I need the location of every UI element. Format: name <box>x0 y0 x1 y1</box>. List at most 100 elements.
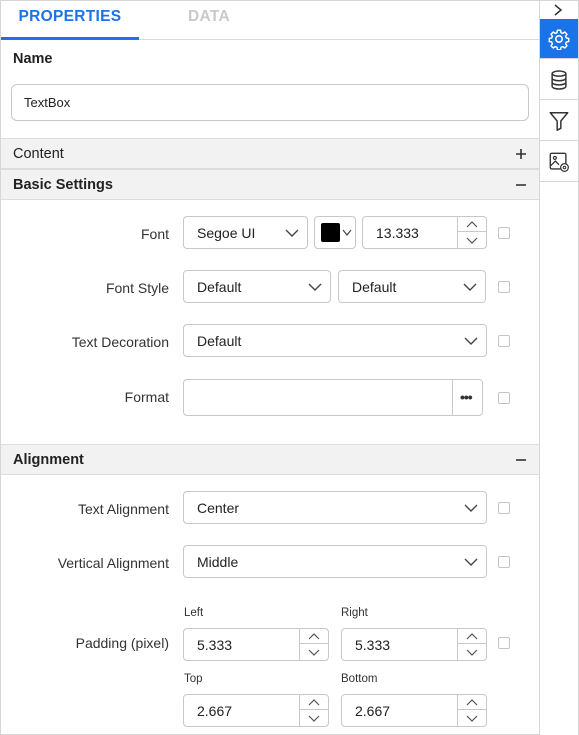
text-decoration-value: Default <box>197 333 242 349</box>
increment-button[interactable] <box>458 695 486 710</box>
decrement-button[interactable] <box>458 232 486 247</box>
chevron-down-icon <box>466 715 478 722</box>
padding-left-value: 5.333 <box>197 637 233 653</box>
chevron-up-icon <box>308 633 320 640</box>
padding-left-spinner <box>299 629 328 660</box>
chevron-down-icon <box>466 649 478 656</box>
font-weight-value: Default <box>352 279 397 295</box>
decrement-button[interactable] <box>458 710 486 725</box>
padding-bottom-stepper[interactable]: 2.667 <box>341 694 487 727</box>
format-label: Format <box>124 389 169 405</box>
padding-label: Padding (pixel) <box>75 635 169 651</box>
gear-icon <box>548 29 570 50</box>
text-alignment-checkbox[interactable] <box>498 502 510 514</box>
expand-plus-icon[interactable] <box>513 140 529 168</box>
text-decoration-label: Text Decoration <box>71 334 169 350</box>
padding-checkbox[interactable] <box>498 637 510 649</box>
text-decoration-dropdown[interactable]: Default <box>183 324 487 357</box>
chevron-down-icon <box>464 337 478 345</box>
font-color-picker[interactable] <box>314 216 356 249</box>
padding-right-stepper[interactable]: 5.333 <box>341 628 487 661</box>
padding-right-label: Right <box>341 607 368 619</box>
properties-panel-button[interactable] <box>540 19 578 59</box>
font-weight-dropdown[interactable]: Default <box>338 270 486 303</box>
font-checkbox[interactable] <box>498 227 510 239</box>
section-alignment-header[interactable]: Alignment <box>1 444 539 475</box>
side-toolbar <box>540 0 579 735</box>
font-family-dropdown[interactable]: Segoe UI <box>183 216 308 249</box>
chevron-down-icon <box>466 237 478 244</box>
font-size-spinner <box>457 217 486 248</box>
section-basic-settings-title: Basic Settings <box>13 177 113 193</box>
increment-button[interactable] <box>300 629 328 644</box>
font-size-value: 13.333 <box>376 225 419 241</box>
data-panel-button[interactable] <box>540 60 578 100</box>
section-content-header[interactable]: Content <box>1 138 539 169</box>
more-dots-icon: ••• <box>460 389 473 405</box>
font-style-checkbox[interactable] <box>498 281 510 293</box>
chevron-down-icon <box>342 229 352 236</box>
format-checkbox[interactable] <box>498 392 510 404</box>
vertical-alignment-value: Middle <box>197 554 239 570</box>
chevron-down-icon <box>308 649 320 656</box>
image-settings-panel-button[interactable] <box>540 142 578 182</box>
chevron-down-icon <box>308 283 322 291</box>
format-more-button[interactable]: ••• <box>452 379 483 416</box>
chevron-up-icon <box>466 633 478 640</box>
text-decoration-checkbox[interactable] <box>498 335 510 347</box>
name-label: Name <box>13 51 53 67</box>
font-label: Font <box>140 226 169 242</box>
format-input[interactable] <box>183 379 453 416</box>
chevron-down-icon <box>308 715 320 722</box>
chevron-right-icon <box>554 4 563 16</box>
properties-panel: PROPERTIES DATA Name Content Basic Setti… <box>0 0 540 735</box>
vertical-alignment-checkbox[interactable] <box>498 556 510 568</box>
font-family-value: Segoe UI <box>197 225 256 241</box>
padding-bottom-value: 2.667 <box>355 703 391 719</box>
padding-top-label: Top <box>184 673 203 685</box>
section-alignment-title: Alignment <box>13 452 84 468</box>
database-icon <box>551 70 567 90</box>
font-color-swatch <box>321 223 340 242</box>
text-alignment-dropdown[interactable]: Center <box>183 491 487 524</box>
padding-top-stepper[interactable]: 2.667 <box>183 694 329 727</box>
decrement-button[interactable] <box>300 644 328 659</box>
padding-right-spinner <box>457 629 486 660</box>
chevron-down-icon <box>463 283 477 291</box>
font-style-dropdown[interactable]: Default <box>183 270 331 303</box>
chevron-up-icon <box>466 221 478 228</box>
text-alignment-value: Center <box>197 500 240 516</box>
decrement-button[interactable] <box>300 710 328 725</box>
chevron-down-icon <box>464 558 478 566</box>
font-size-stepper[interactable]: 13.333 <box>362 216 487 249</box>
tab-data[interactable]: DATA <box>141 1 277 40</box>
font-style-value: Default <box>197 279 242 295</box>
section-content-title: Content <box>13 146 64 162</box>
text-alignment-label: Text Alignment <box>77 501 169 517</box>
chevron-down-icon <box>464 504 478 512</box>
font-style-label: Font Style <box>105 280 169 296</box>
collapse-minus-icon[interactable] <box>513 171 529 199</box>
chevron-up-icon <box>308 699 320 706</box>
padding-bottom-spinner <box>457 695 486 726</box>
collapse-panel-button[interactable] <box>540 1 578 18</box>
increment-button[interactable] <box>458 217 486 232</box>
increment-button[interactable] <box>458 629 486 644</box>
filter-panel-button[interactable] <box>540 101 578 141</box>
padding-left-stepper[interactable]: 5.333 <box>183 628 329 661</box>
image-settings-icon <box>549 152 569 172</box>
vertical-alignment-dropdown[interactable]: Middle <box>183 545 487 578</box>
decrement-button[interactable] <box>458 644 486 659</box>
chevron-down-icon <box>285 229 299 237</box>
section-basic-settings-header[interactable]: Basic Settings <box>1 169 539 200</box>
padding-bottom-label: Bottom <box>341 673 378 685</box>
chevron-up-icon <box>466 699 478 706</box>
tab-bar: PROPERTIES DATA <box>1 1 539 40</box>
collapse-minus-icon[interactable] <box>513 446 529 474</box>
padding-top-spinner <box>299 695 328 726</box>
padding-right-value: 5.333 <box>355 637 391 653</box>
tab-properties[interactable]: PROPERTIES <box>1 1 139 40</box>
padding-left-label: Left <box>184 607 204 619</box>
increment-button[interactable] <box>300 695 328 710</box>
name-input[interactable] <box>11 84 529 121</box>
